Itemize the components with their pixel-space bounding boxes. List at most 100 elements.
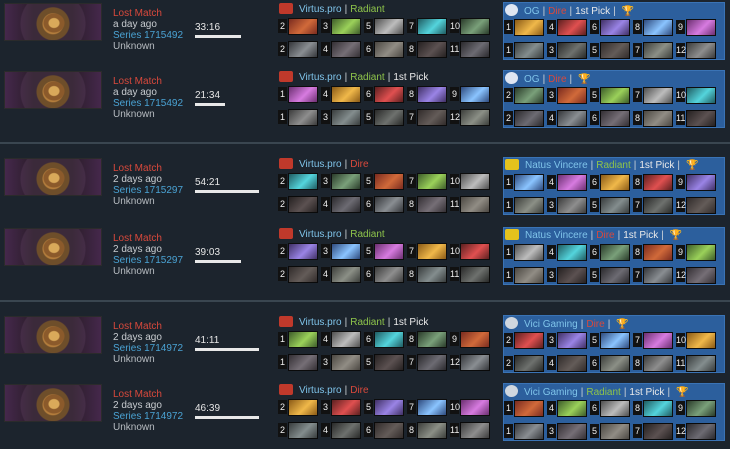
hero-pick[interactable]: 1 [504,244,547,261]
tournament-banner[interactable] [4,158,102,196]
team-name[interactable]: Virtus.pro [299,159,342,170]
hero-pick[interactable]: 2 [278,243,321,260]
hero-pick[interactable]: 7 [407,243,450,260]
hero-portrait-icon[interactable] [643,174,673,191]
hero-pick[interactable]: 3 [321,18,364,35]
tournament-banner[interactable] [4,71,102,109]
hero-pick[interactable]: 8 [407,86,450,103]
hero-portrait-icon[interactable] [331,41,361,58]
hero-pick[interactable]: 9 [676,400,719,417]
hero-portrait-icon[interactable] [288,354,318,371]
match-row[interactable]: Lost Match 2 days ago Series 1714972 Unknow… [0,381,730,443]
hero-portrait-icon[interactable] [331,173,361,190]
hero-portrait-icon[interactable] [417,41,447,58]
hero-portrait-icon[interactable] [600,42,630,59]
hero-ban[interactable]: 6 [364,422,407,439]
series-link[interactable]: Series 1715297 [113,185,183,196]
hero-ban[interactable]: 8 [407,41,450,58]
hero-pick[interactable]: 9 [676,19,719,36]
hero-ban[interactable]: 5 [364,354,407,371]
hero-ban[interactable]: 3 [547,197,590,214]
hero-ban[interactable]: 1 [278,354,321,371]
hero-portrait-icon[interactable] [417,354,447,371]
team-panel-left[interactable]: Virtus.pro | Radiant | 1st Pick 1 4 6 8 9 1 3 5 7 12 [278,315,493,373]
hero-portrait-icon[interactable] [288,196,318,213]
match-result[interactable]: Lost Match [113,8,183,19]
hero-ban[interactable]: 6 [364,266,407,283]
hero-ban[interactable]: 6 [364,41,407,58]
hero-pick[interactable]: 10 [676,332,719,349]
hero-portrait-icon[interactable] [557,42,587,59]
hero-portrait-icon[interactable] [557,244,587,261]
hero-portrait-icon[interactable] [417,86,447,103]
team-panel-left[interactable]: Virtus.pro | Radiant | 1st Pick 1 4 6 8 9 1 3 5 7 12 [278,70,493,128]
hero-portrait-icon[interactable] [600,332,630,349]
hero-ban[interactable]: 7 [633,423,676,440]
hero-pick[interactable]: 7 [407,18,450,35]
hero-ban[interactable]: 1 [278,109,321,126]
hero-pick[interactable]: 5 [590,87,633,104]
hero-portrait-icon[interactable] [514,355,544,372]
hero-portrait-icon[interactable] [600,423,630,440]
hero-portrait-icon[interactable] [686,110,716,127]
hero-ban[interactable]: 4 [547,110,590,127]
hero-ban[interactable]: 2 [278,266,321,283]
hero-portrait-icon[interactable] [374,266,404,283]
team-name[interactable]: Virtus.pro [299,72,342,83]
hero-pick[interactable]: 8 [633,244,676,261]
hero-portrait-icon[interactable] [417,422,447,439]
hero-ban[interactable]: 5 [590,197,633,214]
hero-portrait-icon[interactable] [331,18,361,35]
hero-ban[interactable]: 7 [407,354,450,371]
hero-ban[interactable]: 12 [676,197,719,214]
hero-ban[interactable]: 3 [321,109,364,126]
team-panel-right[interactable]: Vici Gaming | Dire | 🏆 2 3 5 7 10 2 4 6 8 11 [503,315,725,373]
hero-pick[interactable]: 1 [504,19,547,36]
hero-portrait-icon[interactable] [460,173,490,190]
hero-pick[interactable]: 1 [278,331,321,348]
team-name[interactable]: Virtus.pro [299,385,342,396]
hero-portrait-icon[interactable] [600,267,630,284]
hero-ban[interactable]: 5 [590,423,633,440]
hero-pick[interactable]: 5 [364,399,407,416]
hero-portrait-icon[interactable] [460,243,490,260]
hero-ban[interactable]: 6 [364,196,407,213]
hero-portrait-icon[interactable] [460,18,490,35]
hero-portrait-icon[interactable] [514,400,544,417]
hero-portrait-icon[interactable] [374,109,404,126]
hero-portrait-icon[interactable] [643,42,673,59]
match-result[interactable]: Lost Match [113,233,183,244]
hero-portrait-icon[interactable] [374,354,404,371]
hero-pick[interactable]: 4 [321,86,364,103]
hero-portrait-icon[interactable] [557,197,587,214]
hero-pick[interactable]: 5 [364,243,407,260]
team-panel-right[interactable]: Natus Vincere | Radiant | 1st Pick | 🏆 1 4 6 8 9 1 3 5… [503,157,725,215]
hero-portrait-icon[interactable] [417,18,447,35]
hero-ban[interactable]: 7 [633,42,676,59]
hero-ban[interactable]: 12 [676,267,719,284]
team-name[interactable]: Vici Gaming [524,319,578,330]
hero-pick[interactable]: 10 [450,399,493,416]
hero-pick[interactable]: 3 [547,87,590,104]
team-panel-right[interactable]: OG | Dire | 🏆 2 3 5 7 10 2 4 6 8 11 [503,70,725,128]
hero-ban[interactable]: 7 [633,197,676,214]
hero-portrait-icon[interactable] [288,173,318,190]
hero-ban[interactable]: 5 [590,42,633,59]
hero-ban[interactable]: 7 [407,109,450,126]
match-result[interactable]: Lost Match [113,163,183,174]
hero-ban[interactable]: 12 [450,354,493,371]
hero-portrait-icon[interactable] [460,422,490,439]
match-result[interactable]: Lost Match [113,321,183,332]
hero-portrait-icon[interactable] [331,86,361,103]
hero-portrait-icon[interactable] [686,197,716,214]
team-name[interactable]: Vici Gaming [524,387,578,398]
hero-ban[interactable]: 4 [321,196,364,213]
hero-portrait-icon[interactable] [600,87,630,104]
hero-pick[interactable]: 3 [321,399,364,416]
hero-portrait-icon[interactable] [460,354,490,371]
hero-pick[interactable]: 9 [676,174,719,191]
team-name[interactable]: Natus Vincere [525,160,588,171]
team-panel-left[interactable]: Virtus.pro | Radiant 2 3 5 7 10 2 4 6 8 11 [278,2,493,60]
hero-portrait-icon[interactable] [643,355,673,372]
hero-pick[interactable]: 7 [633,332,676,349]
